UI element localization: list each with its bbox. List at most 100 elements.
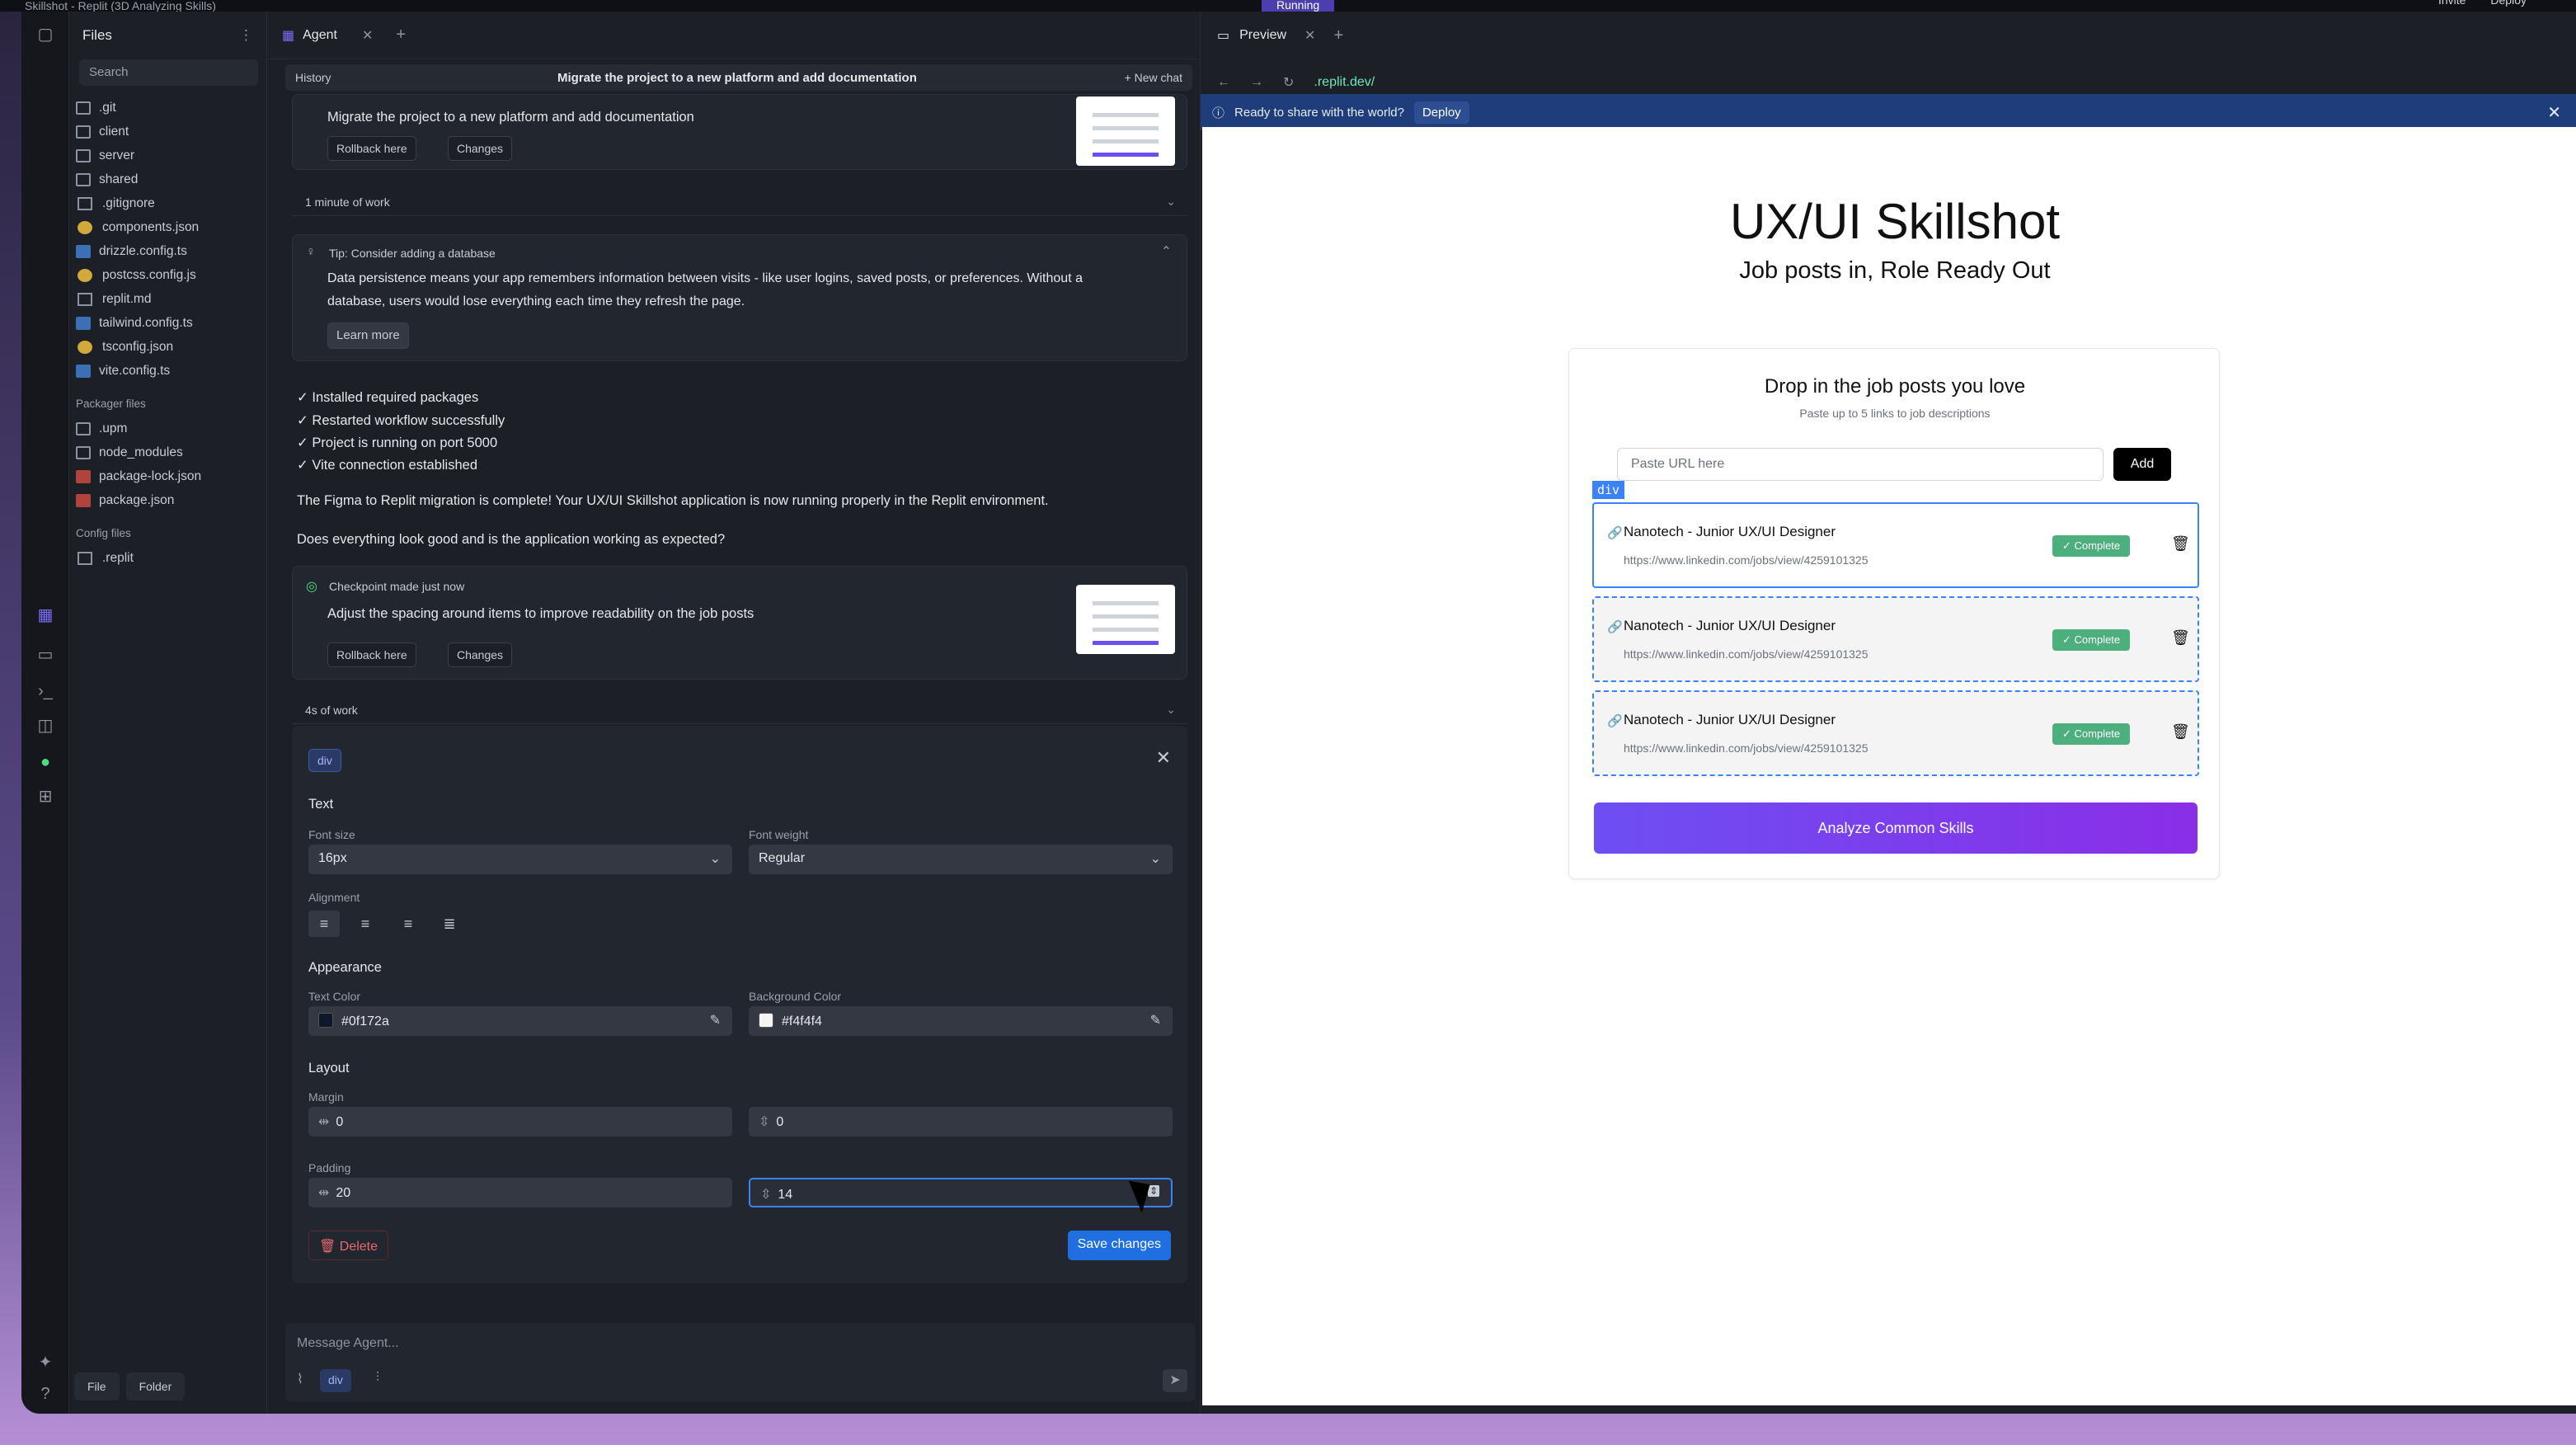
add-button[interactable]: Add <box>2113 448 2171 481</box>
file-item[interactable]: replit.md <box>69 287 266 311</box>
tip-title: Tip: Consider adding a database <box>329 247 496 260</box>
trash-icon[interactable]: 🗑 <box>2171 629 2190 647</box>
history-button[interactable]: History <box>295 71 331 84</box>
trash-icon[interactable]: 🗑 <box>2171 723 2190 741</box>
checkpoint-thumbnail[interactable] <box>1076 96 1175 166</box>
eyedropper-icon[interactable]: ✎ <box>1150 1012 1161 1028</box>
rollback-button[interactable]: Rollback here <box>327 642 416 667</box>
save-changes-button[interactable]: Save changes <box>1067 1231 1171 1260</box>
new-file-button[interactable]: File <box>74 1372 120 1400</box>
folder-icon <box>76 421 91 435</box>
align-justify-icon[interactable]: ≣ <box>434 911 465 937</box>
close-tab-icon[interactable]: ✕ <box>1304 27 1315 44</box>
database-icon[interactable]: ◫ <box>35 716 55 736</box>
selected-element-chip[interactable]: div <box>308 749 341 772</box>
analyze-skills-button[interactable]: Analyze Common Skills <box>1594 803 2198 854</box>
add-tool-icon[interactable]: ✦ <box>35 1353 55 1372</box>
file-item[interactable]: vite.config.ts <box>69 359 266 383</box>
tab-preview[interactable]: Preview <box>1239 28 1286 43</box>
back-icon[interactable]: ← <box>1217 75 1230 90</box>
file-item[interactable]: .upm <box>69 417 266 440</box>
file-item[interactable]: .gitignore <box>69 191 266 215</box>
file-item[interactable]: .replit <box>69 546 266 570</box>
margin-y-input[interactable]: ⇳ 0 <box>749 1107 1173 1137</box>
font-weight-select[interactable]: Regular ⌄ <box>749 845 1173 874</box>
forward-icon[interactable]: → <box>1250 75 1263 90</box>
checkpoint-message: Adjust the spacing around items to impro… <box>327 606 754 621</box>
files-icon[interactable]: ▢ <box>35 25 55 45</box>
delete-button[interactable]: 🗑 Delete <box>308 1231 389 1260</box>
align-left-icon[interactable]: ≡ <box>308 911 340 937</box>
settings-sliders-icon[interactable]: ⫶ <box>376 1371 379 1386</box>
close-tab-icon[interactable]: ✕ <box>362 27 373 44</box>
file-item[interactable]: shared <box>69 167 266 191</box>
changes-button[interactable]: Changes <box>448 136 513 161</box>
deploy-top-button[interactable]: Deploy <box>2490 0 2527 7</box>
file-item[interactable]: package.json <box>69 488 266 512</box>
selected-element-tag: div <box>1592 481 1625 499</box>
agent-icon[interactable]: ▦ <box>35 605 55 625</box>
checkpoint-thumbnail[interactable] <box>1076 585 1175 654</box>
text-color-field[interactable]: #0f172a ✎ <box>308 1006 732 1036</box>
file-item[interactable]: node_modules <box>69 440 266 464</box>
message-input[interactable]: Message Agent... <box>297 1336 399 1351</box>
job-item[interactable]: 🔗 Nanotech - Junior UX/UI Designer https… <box>1592 690 2199 776</box>
background-color-field[interactable]: #f4f4f4 ✎ <box>749 1006 1173 1036</box>
job-item[interactable]: 🔗 Nanotech - Junior UX/UI Designer https… <box>1592 596 2199 682</box>
font-size-select[interactable]: 16px ⌄ <box>308 845 732 874</box>
running-badge[interactable]: Running <box>1262 0 1335 12</box>
file-item[interactable]: components.json <box>69 215 266 239</box>
margin-x-input[interactable]: ⇹ 0 <box>308 1107 732 1137</box>
new-folder-button[interactable]: Folder <box>125 1372 186 1400</box>
replit-window: ▢ ▦ ▭ ›_ ◫ ● ⊞ ✦ ? Files ⋮ Search .git c… <box>21 12 2576 1414</box>
deploy-button[interactable]: Deploy <box>1413 101 1469 124</box>
eyedropper-icon[interactable]: ✎ <box>710 1012 721 1028</box>
address-field[interactable]: .replit.dev/ <box>1314 75 1375 90</box>
file-item[interactable]: postcss.config.js <box>69 263 266 287</box>
chevron-up-icon[interactable]: ⌃ <box>1161 243 1172 260</box>
rollback-button[interactable]: Rollback here <box>327 136 416 161</box>
close-icon[interactable]: ✕ <box>1156 747 1171 769</box>
file-item[interactable]: drizzle.config.ts <box>69 239 266 263</box>
files-menu-icon[interactable]: ⋮ <box>239 27 253 44</box>
padding-y-input[interactable]: ⇳ 14 ⇕ <box>749 1178 1173 1207</box>
learn-more-button[interactable]: Learn more <box>327 322 409 349</box>
work-summary-row[interactable]: 4s of work ⌄ <box>292 696 1187 724</box>
invite-button[interactable]: Invite <box>2438 0 2466 7</box>
preview-icon[interactable]: ▭ <box>35 645 55 665</box>
tab-agent[interactable]: Agent <box>303 28 337 43</box>
close-icon[interactable]: ✕ <box>2547 102 2561 123</box>
layout-heading: Layout <box>308 1061 350 1076</box>
trash-icon[interactable]: 🗑 <box>2171 535 2190 553</box>
apps-icon[interactable]: ⊞ <box>35 787 55 807</box>
reload-icon[interactable]: ↻ <box>1283 74 1294 91</box>
file-item[interactable]: .git <box>69 96 266 120</box>
changes-button[interactable]: Changes <box>448 642 513 667</box>
shell-icon[interactable]: ›_ <box>35 681 55 701</box>
align-right-icon[interactable]: ≡ <box>393 911 424 937</box>
new-tab-icon[interactable]: + <box>396 26 406 45</box>
new-chat-button[interactable]: + New chat <box>1125 71 1182 84</box>
margin-label: Margin <box>308 1090 344 1104</box>
window-title: Skillshot - Replit (3D Analyzing Skills) <box>25 0 216 12</box>
align-center-icon[interactable]: ≡ <box>350 911 381 937</box>
json-icon <box>78 340 92 354</box>
vertical-spacing-icon: ⇳ <box>759 1115 770 1129</box>
network-icon[interactable]: ● <box>35 752 55 772</box>
new-tab-icon[interactable]: + <box>1333 26 1343 45</box>
file-item[interactable]: server <box>69 144 266 167</box>
file-item[interactable]: package-lock.json <box>69 464 266 488</box>
url-input[interactable]: Paste URL here <box>1617 448 2104 481</box>
help-icon[interactable]: ? <box>35 1384 55 1404</box>
config-icon <box>78 551 92 565</box>
file-item[interactable]: tailwind.config.ts <box>69 311 266 335</box>
file-item[interactable]: client <box>69 120 266 144</box>
attach-icon[interactable]: ⌇ <box>297 1371 303 1387</box>
job-item[interactable]: 🔗 Nanotech - Junior UX/UI Designer https… <box>1592 502 2199 588</box>
files-search-input[interactable]: Search <box>79 59 258 86</box>
file-item[interactable]: tsconfig.json <box>69 335 266 359</box>
work-summary-row[interactable]: 1 minute of work ⌄ <box>292 188 1187 216</box>
send-icon[interactable]: ➤ <box>1163 1369 1187 1392</box>
padding-x-input[interactable]: ⇹ 20 <box>308 1178 732 1207</box>
element-chip[interactable]: div <box>320 1369 351 1392</box>
